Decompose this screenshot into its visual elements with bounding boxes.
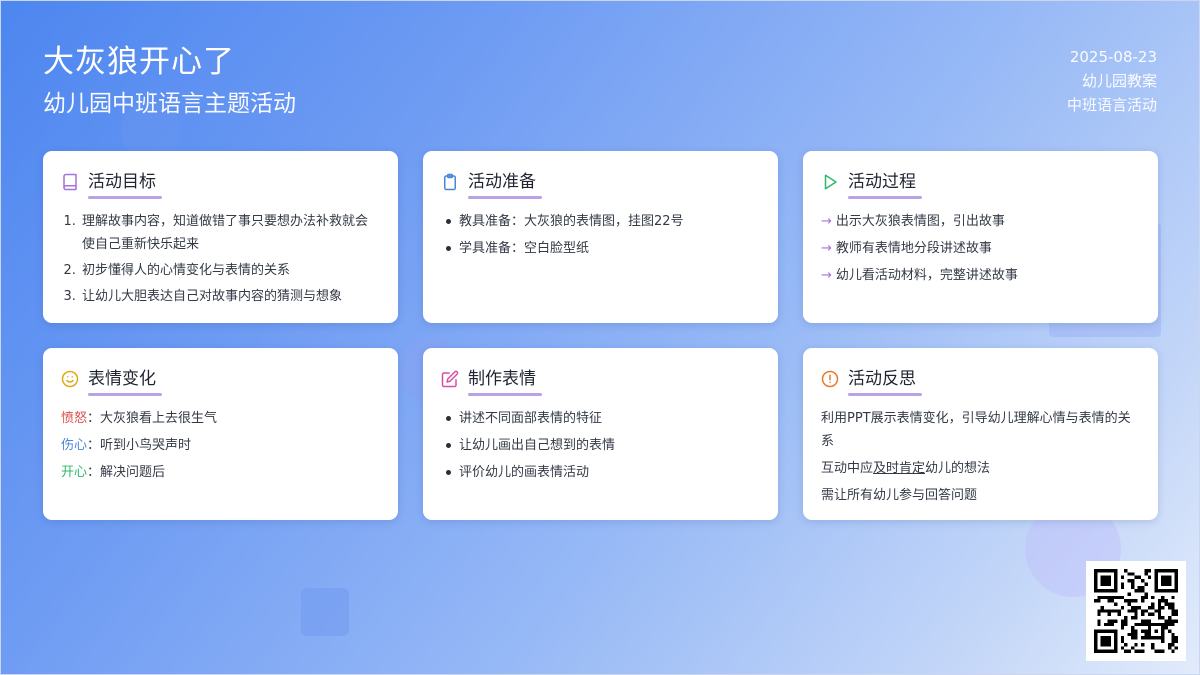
list-item: 教具准备：大灰狼的表情图，挂图22号	[441, 210, 760, 233]
card-title: 活动反思	[848, 369, 916, 389]
list-item: 理解故事内容，知道做错了事只要想办法补救就会使自己重新快乐起来	[80, 210, 380, 256]
card-emotion-changes: 表情变化 愤怒：大灰狼看上去很生气 伤心：听到小鸟哭声时 开心：解决问题后	[43, 348, 398, 520]
title-underline	[848, 196, 922, 199]
title-underline	[468, 196, 542, 199]
slide: 大灰狼开心了 幼儿园中班语言主题活动 2025-08-23 幼儿园教案 中班语言…	[0, 0, 1200, 675]
list-item: 让幼儿大胆表达自己对故事内容的猜测与想象	[80, 285, 380, 308]
arrow-right-icon: →	[821, 214, 832, 229]
clipboard-icon	[444, 173, 456, 191]
doc-type-text: 幼儿园教案	[1081, 72, 1157, 90]
title-underline	[88, 393, 162, 396]
reflection-text-part: 幼儿的想法	[925, 461, 991, 476]
list-item: 学具准备：空白脸型纸	[441, 237, 760, 260]
goal-list: 理解故事内容，知道做错了事只要想办法补救就会使自己重新快乐起来 初步懂得人的心情…	[61, 210, 380, 308]
page-title: 大灰狼开心了	[43, 44, 235, 80]
alert-circle-icon	[821, 370, 839, 388]
title-underline	[468, 393, 542, 396]
list-item-text: 出示大灰狼表情图，引出故事	[835, 214, 1005, 229]
arrow-right-icon: →	[821, 241, 832, 256]
card-activity-process: 活动过程 → 出示大灰狼表情图，引出故事 → 教师有表情地分段讲述故事 → 幼儿看活动…	[803, 151, 1158, 323]
emotion-row: 伤心：听到小鸟哭声时	[61, 434, 380, 457]
card-reflection: 活动反思 利用PPT展示表情变化，引导幼儿理解心情与表情的关系 互动中应及时肯定…	[803, 348, 1158, 520]
decor-square	[301, 588, 349, 636]
card-title: 活动过程	[848, 172, 916, 192]
list-item: 讲述不同面部表情的特征	[441, 407, 760, 430]
card-make-expressions: 制作表情 讲述不同面部表情的特征 让幼儿画出自己想到的表情 评价幼儿的画表情活动	[423, 348, 778, 520]
process-list: → 出示大灰狼表情图，引出故事 → 教师有表情地分段讲述故事 → 幼儿看活动材料，完整…	[821, 210, 1140, 287]
header-meta: 2025-08-23 幼儿园教案 中班语言活动	[1067, 45, 1157, 117]
card-title: 表情变化	[88, 369, 156, 389]
card-activity-goals: 活动目标 理解故事内容，知道做错了事只要想办法补救就会使自己重新快乐起来 初步懂…	[43, 151, 398, 323]
edit-icon	[441, 370, 459, 388]
underlined-text: 及时肯定	[873, 461, 926, 476]
emotion-row: 开心：解决问题后	[61, 461, 380, 484]
list-item: → 教师有表情地分段讲述故事	[821, 237, 1140, 260]
list-item-text: 教师有表情地分段讲述故事	[835, 241, 992, 256]
reflection-text: 利用PPT展示表情变化，引导幼儿理解心情与表情的关系	[821, 411, 1131, 449]
play-icon	[824, 174, 837, 190]
reflection-text-part: 互动中应	[821, 461, 874, 476]
page-subtitle: 幼儿园中班语言主题活动	[43, 91, 296, 117]
emotion-label-sad: 伤心	[61, 438, 88, 453]
card-title: 活动目标	[88, 172, 156, 192]
qr-code	[1086, 561, 1186, 661]
title-underline	[848, 393, 922, 396]
list-item: 初步懂得人的心情变化与表情的关系	[80, 259, 380, 282]
emotion-row: 愤怒：大灰狼看上去很生气	[61, 407, 380, 430]
emotion-text: ：听到小鸟哭声时	[87, 438, 192, 453]
book-icon	[63, 173, 77, 191]
title-underline	[88, 196, 162, 199]
qr-code-icon	[1094, 569, 1178, 653]
emotion-text: ：大灰狼看上去很生气	[87, 411, 218, 426]
reflection-text: 互动中应及时肯定幼儿的想法	[821, 457, 1140, 480]
list-item: 让幼儿画出自己想到的表情	[441, 434, 760, 457]
card-title: 活动准备	[468, 172, 536, 192]
smile-icon	[61, 370, 79, 388]
emotion-list: 愤怒：大灰狼看上去很生气 伤心：听到小鸟哭声时 开心：解决问题后	[61, 407, 380, 484]
emotion-label-angry: 愤怒	[61, 411, 88, 426]
card-activity-prep: 活动准备 教具准备：大灰狼的表情图，挂图22号 学具准备：空白脸型纸	[423, 151, 778, 323]
arrow-right-icon: →	[821, 268, 832, 283]
make-list: 讲述不同面部表情的特征 让幼儿画出自己想到的表情 评价幼儿的画表情活动	[441, 407, 760, 484]
list-item-text: 幼儿看活动材料，完整讲述故事	[835, 268, 1018, 283]
prep-list: 教具准备：大灰狼的表情图，挂图22号 学具准备：空白脸型纸	[441, 210, 760, 260]
list-item: → 出示大灰狼表情图，引出故事	[821, 210, 1140, 233]
emotion-label-happy: 开心	[61, 465, 88, 480]
header: 大灰狼开心了 幼儿园中班语言主题活动	[43, 41, 296, 121]
list-item: → 幼儿看活动材料，完整讲述故事	[821, 264, 1140, 287]
card-title: 制作表情	[468, 369, 536, 389]
emotion-text: ：解决问题后	[87, 465, 166, 480]
reflection-text: 需让所有幼儿参与回答问题	[821, 488, 978, 503]
date-text: 2025-08-23	[1069, 48, 1157, 66]
category-text: 中班语言活动	[1066, 96, 1157, 114]
list-item: 评价幼儿的画表情活动	[441, 461, 760, 484]
